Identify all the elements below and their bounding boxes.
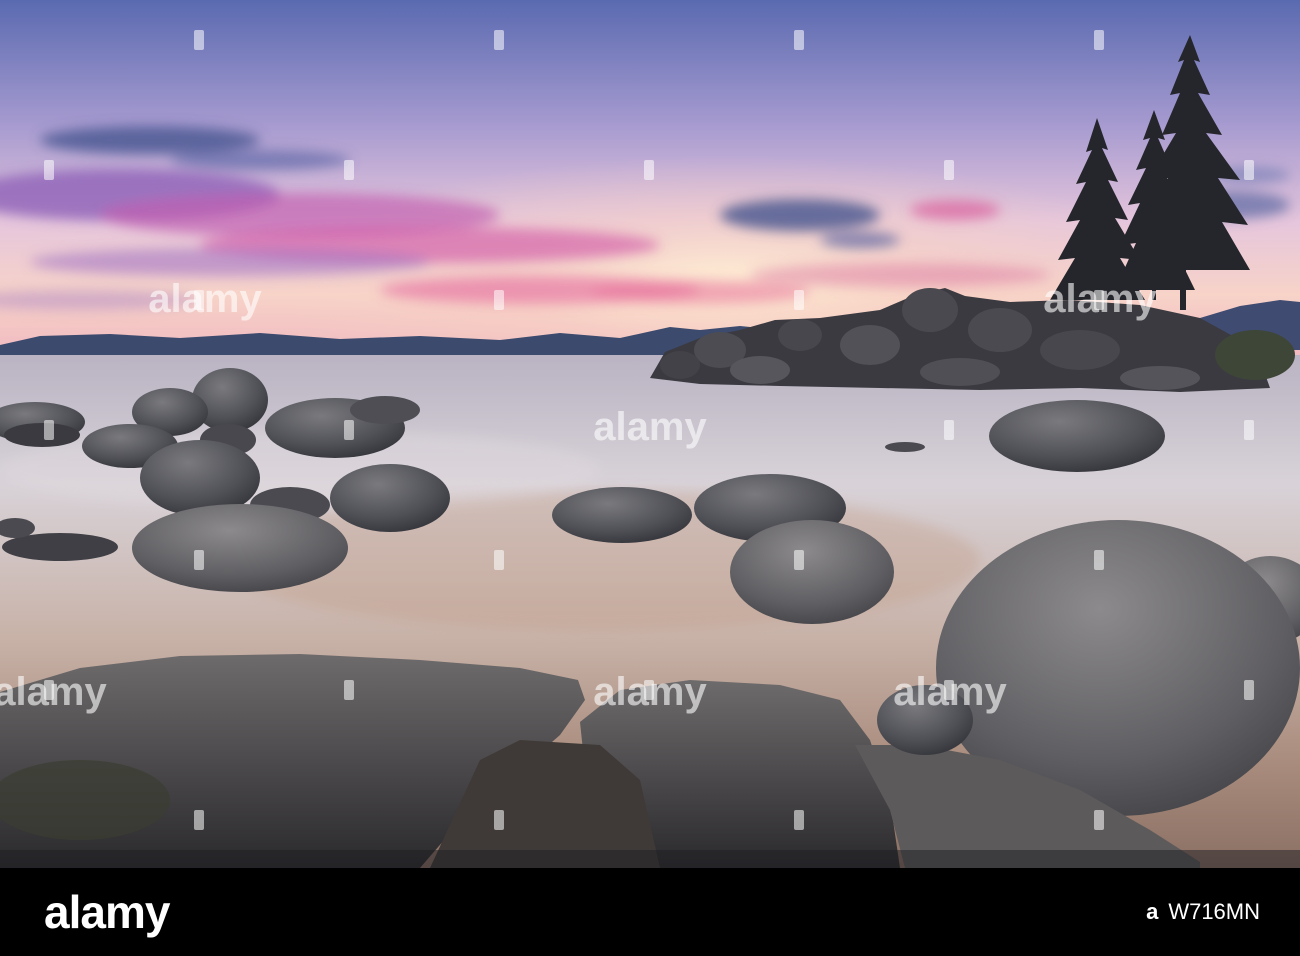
brand-name: alamy: [44, 886, 170, 938]
footer-bar: alamy a W716MN: [0, 868, 1300, 956]
lake-sunset-photo: alamy alamy alamy alamy alamy alamy: [0, 0, 1300, 868]
image-id-label: a W716MN: [1146, 896, 1260, 928]
alamy-logo[interactable]: alamy: [44, 886, 170, 938]
image-id-code: W716MN: [1168, 899, 1260, 924]
image-id-prefix: a: [1146, 899, 1159, 924]
stock-photo-page: alamy alamy alamy alamy alamy alamy alam…: [0, 0, 1300, 956]
photo-scene: [0, 0, 1300, 868]
